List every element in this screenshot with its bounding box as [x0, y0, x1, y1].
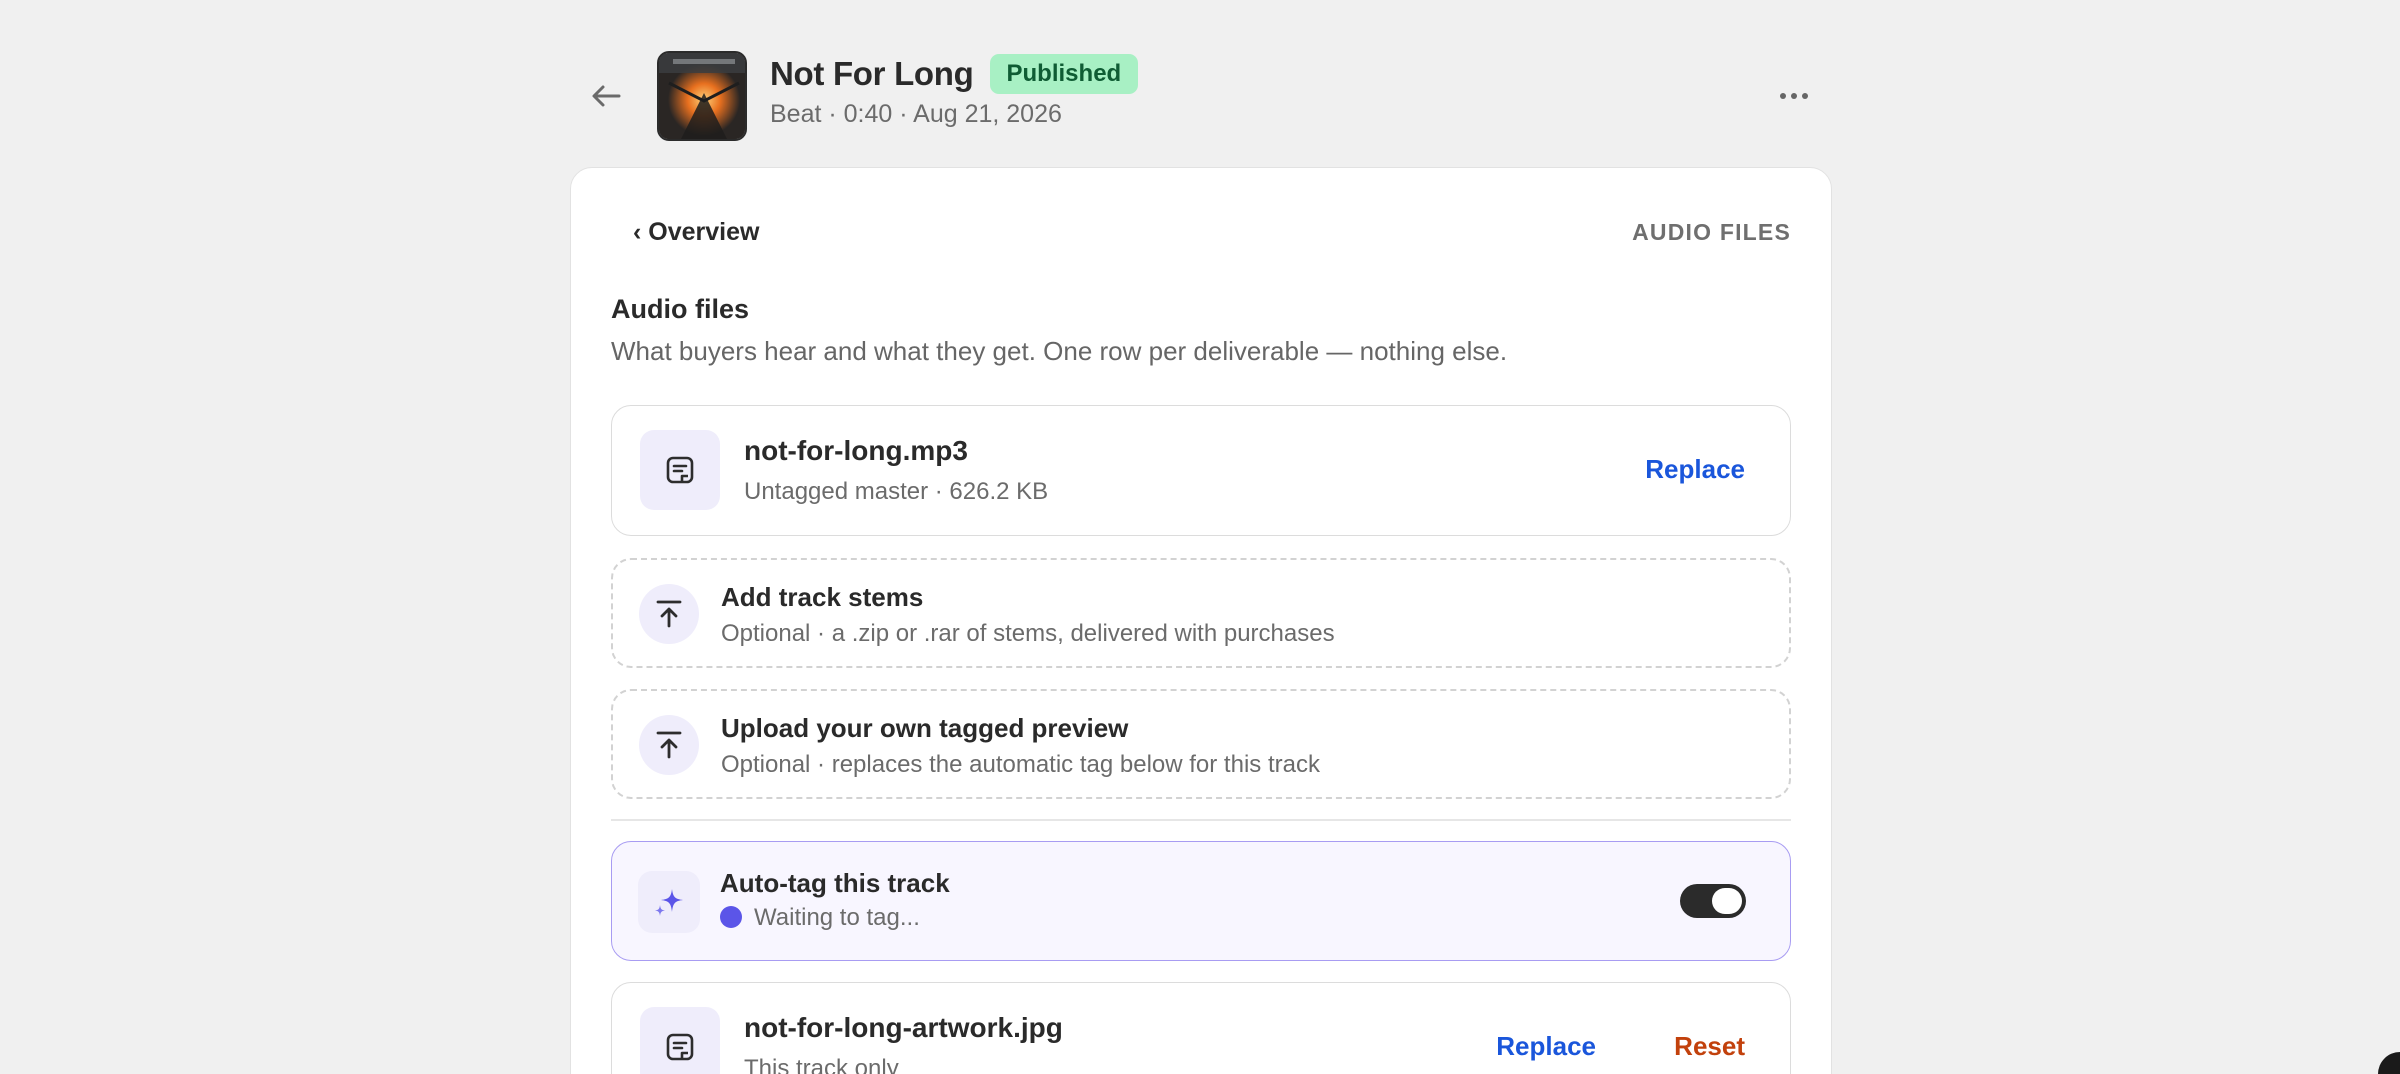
back-arrow-icon[interactable]	[588, 78, 624, 114]
breadcrumb-overview-link[interactable]: ‹ Overview	[633, 218, 759, 247]
artwork-file-name: not-for-long-artwork.jpg	[744, 1012, 1063, 1043]
artwork-file-details: This track only	[744, 1055, 899, 1074]
master-file-details: Untagged master · 626.2 KB	[744, 478, 1049, 505]
status-dot	[720, 905, 742, 928]
upload-icon	[639, 584, 699, 644]
auto-tag-title: Auto-tag this track	[720, 868, 950, 898]
track-meta: Beat · 0:40 · Aug 21, 2026	[770, 100, 1062, 128]
preview-upload-title: Upload your own tagged preview	[721, 713, 1129, 743]
stems-upload-subtitle: Optional · a .zip or .rar of stems, deli…	[721, 620, 1335, 647]
section-title: Audio files	[611, 294, 750, 324]
divider	[611, 819, 1791, 821]
upload-icon	[639, 715, 699, 775]
file-icon	[640, 1007, 720, 1074]
master-file-row: not-for-long.mp3 Untagged master · 626.2…	[611, 405, 1791, 536]
title-row: Not For Long Published	[770, 54, 1139, 94]
master-replace-button[interactable]: Replace	[1645, 454, 1745, 485]
toggle-knob	[1712, 888, 1742, 914]
auto-tag-row: Auto-tag this track Waiting to tag...	[611, 841, 1791, 961]
section-label: AUDIO FILES	[1632, 219, 1791, 245]
auto-tag-status-text: Waiting to tag...	[754, 904, 920, 931]
file-audio-icon	[640, 430, 720, 510]
audio-files-card: ‹ Overview AUDIO FILES Audio files What …	[570, 167, 1832, 1074]
status-badge: Published	[989, 54, 1139, 94]
section-description: What buyers hear and what they get. One …	[611, 336, 1508, 366]
track-title: Not For Long	[770, 55, 974, 92]
artwork-file-row: not-for-long-artwork.jpg This track only…	[611, 982, 1791, 1074]
stems-upload-title: Add track stems	[721, 582, 924, 612]
artwork-reset-button[interactable]: Reset	[1674, 1031, 1745, 1062]
auto-tag-toggle[interactable]	[1680, 884, 1746, 918]
track-artwork-thumbnail	[657, 51, 747, 141]
window-corner	[2378, 1052, 2400, 1074]
preview-upload-subtitle: Optional · replaces the automatic tag be…	[721, 751, 1320, 778]
preview-upload-row[interactable]: Upload your own tagged preview Optional …	[611, 689, 1791, 799]
more-options-icon[interactable]	[1772, 78, 1816, 114]
auto-tag-status: Waiting to tag...	[720, 904, 920, 932]
artwork-replace-button[interactable]: Replace	[1496, 1031, 1596, 1062]
stems-upload-row[interactable]: Add track stems Optional · a .zip or .ra…	[611, 558, 1791, 668]
master-file-name: not-for-long.mp3	[744, 435, 968, 466]
track-page: Not For Long Published Beat · 0:40 · Aug…	[0, 0, 2400, 1074]
sparkle-icon	[638, 871, 700, 933]
toggle-wrap	[1680, 884, 1790, 918]
